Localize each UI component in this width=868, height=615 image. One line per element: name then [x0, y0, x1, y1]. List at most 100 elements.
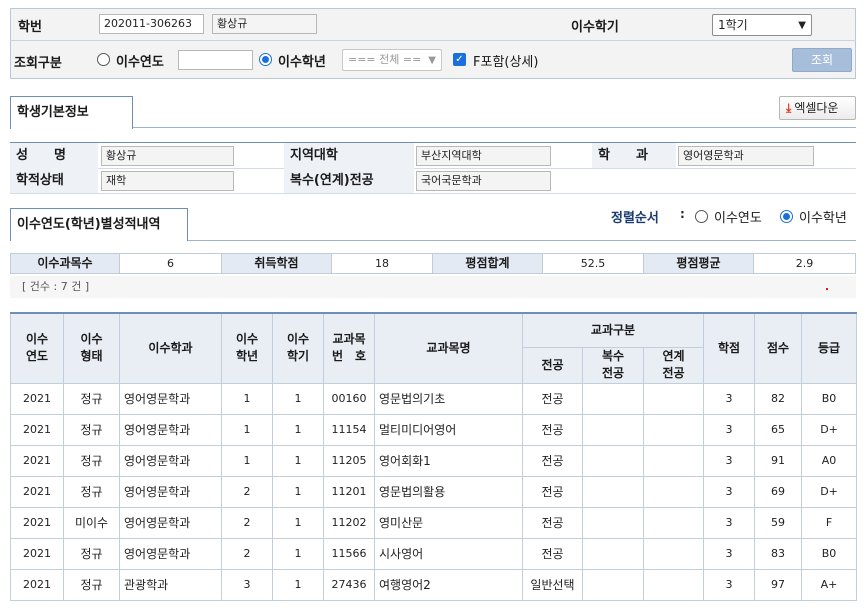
cell-score: 83 [754, 537, 803, 570]
cell-name: 멀티미디어영어 [374, 413, 523, 446]
cell-semester: 1 [272, 537, 324, 570]
radio-sort-grade-label: 이수학년 [799, 211, 847, 226]
student-info-grid: 성 명 황상규 지역대학 부산지역대학 학 과 영어영문학과 학적상태 재학 복… [10, 142, 856, 194]
grades-table: 이수 연도 이수 형태 이수학과 이수 학년 이수 학기 교과목 번 호 교과목… [10, 312, 858, 601]
cell-major: 전공 [522, 444, 583, 477]
name-label: 성 명 [10, 143, 98, 169]
completion-year-input[interactable] [178, 50, 253, 70]
cell-semester: 1 [272, 382, 324, 415]
col-header-grade: 이수 학년 [221, 312, 273, 384]
tab-records[interactable]: 이수연도(학년)별성적내역 [10, 208, 188, 241]
cell-double [582, 568, 644, 601]
cell-year: 2021 [10, 382, 64, 415]
cell-semester: 1 [272, 506, 324, 539]
grade-select[interactable]: === 전체 == ▼ [342, 49, 442, 71]
grade-sum-label: 평점합계 [433, 254, 543, 273]
radio-completion-year[interactable] [97, 53, 110, 66]
sort-colon: : [680, 207, 685, 221]
table-row[interactable]: 2021 정규 영어영문학과 2 1 11201 영문법의활용 전공 3 69 D+ [10, 475, 858, 508]
student-id-field[interactable]: 202011-306263 [99, 14, 204, 34]
student-name-field: 황상규 [212, 14, 317, 34]
dept-value: 영어영문학과 [678, 146, 814, 166]
cell-dept: 영어영문학과 [119, 444, 222, 477]
cell-rank: D+ [801, 413, 858, 446]
cell-no: 11205 [323, 444, 375, 477]
semester-select[interactable]: 1학기 ▼ [712, 14, 812, 36]
cell-dept: 영어영문학과 [119, 475, 222, 508]
status-value: 재학 [101, 171, 234, 191]
cell-grade: 2 [221, 506, 273, 539]
radio-completion-grade[interactable] [259, 53, 272, 66]
query-type-label: 조회구분 [14, 56, 62, 71]
status-cell: 재학 [98, 168, 284, 194]
region-cell: 부산지역대학 [414, 143, 592, 169]
credits-value: 18 [332, 254, 433, 273]
search-divider [10, 40, 856, 41]
search-button[interactable]: 조회 [792, 48, 852, 72]
record-count: [ 건수 : 7 건 ] [10, 276, 856, 298]
dept-cell: 영어영문학과 [676, 143, 856, 169]
col-header-semester: 이수 학기 [272, 312, 324, 384]
cell-credit: 3 [703, 444, 756, 477]
cell-semester: 1 [272, 413, 324, 446]
grade-sum-value: 52.5 [543, 254, 644, 273]
tab-basic-info[interactable]: 학생기본정보 [10, 96, 133, 129]
col-header-type: 이수 형태 [63, 312, 120, 384]
excel-download-button[interactable]: ⤓ 엑셀다운 [779, 96, 856, 120]
col-header-course-name: 교과목명 [374, 312, 523, 384]
cell-linked [642, 382, 705, 415]
cell-semester: 1 [272, 568, 324, 601]
cell-name: 영문법의활용 [374, 475, 523, 508]
table-row[interactable]: 2021 정규 영어영문학과 2 1 11566 시사영어 전공 3 83 B0 [10, 537, 858, 570]
dept-label: 학 과 [592, 143, 676, 169]
col-header-credit: 학점 [703, 312, 756, 384]
cell-grade: 1 [221, 444, 273, 477]
cell-double [582, 444, 644, 477]
f-include-label: F포함(상세) [473, 55, 539, 70]
radio-sort-year[interactable] [695, 210, 708, 223]
cell-score: 69 [754, 475, 803, 508]
cell-double [582, 506, 644, 539]
cell-type: 미이수 [63, 506, 120, 539]
cell-score: 91 [754, 444, 803, 477]
tab-underline [188, 240, 856, 241]
f-include-checkbox[interactable]: ✓ [453, 53, 466, 66]
cell-double [582, 413, 644, 446]
chevron-down-icon: ▼ [798, 20, 806, 31]
radio-completion-year-label: 이수연도 [116, 55, 164, 70]
cell-major: 전공 [522, 537, 583, 570]
course-count-value: 6 [120, 254, 222, 273]
radio-sort-grade[interactable] [780, 210, 793, 223]
col-header-score: 점수 [754, 312, 803, 384]
cell-type: 정규 [63, 413, 120, 446]
cell-major: 전공 [522, 475, 583, 508]
cell-dept: 관광학과 [119, 568, 222, 601]
cell-double [582, 475, 644, 508]
tab-underline [133, 127, 856, 128]
cell-grade: 1 [221, 413, 273, 446]
col-header-double: 복수 전공 [582, 346, 644, 384]
cell-grade: 3 [221, 568, 273, 601]
cell-credit: 3 [703, 568, 756, 601]
cell-type: 정규 [63, 382, 120, 415]
course-count-label: 이수과목수 [11, 254, 120, 273]
cell-major: 전공 [522, 413, 583, 446]
table-row[interactable]: 2021 정규 관광학과 3 1 27436 여행영어2 일반선택 3 97 A+ [10, 568, 858, 601]
table-row[interactable]: 2021 정규 영어영문학과 1 1 00160 영문법의기초 전공 3 82 B0 [10, 382, 858, 415]
credits-label: 취득학점 [222, 254, 332, 273]
semester-select-value: 1학기 [718, 18, 748, 32]
cell-rank: D+ [801, 475, 858, 508]
cell-type: 정규 [63, 444, 120, 477]
gpa-value: 2.9 [795, 257, 814, 270]
region-label: 지역대학 [284, 143, 414, 169]
cell-name: 여행영어2 [374, 568, 523, 601]
cell-name: 영미산문 [374, 506, 523, 539]
table-row[interactable]: 2021 미이수 영어영문학과 2 1 11202 영미산문 전공 3 59 F [10, 506, 858, 539]
cell-rank: F [801, 506, 858, 539]
double-major-value: 국어국문학과 [416, 171, 551, 191]
table-row[interactable]: 2021 정규 영어영문학과 1 1 11154 멀티미디어영어 전공 3 65 D+ [10, 413, 858, 446]
cell-dept: 영어영문학과 [119, 382, 222, 415]
cell-score: 59 [754, 506, 803, 539]
table-row[interactable]: 2021 정규 영어영문학과 1 1 11205 영어회화1 전공 3 91 A0 [10, 444, 858, 477]
sort-order-label: 정렬순서 [611, 211, 659, 226]
